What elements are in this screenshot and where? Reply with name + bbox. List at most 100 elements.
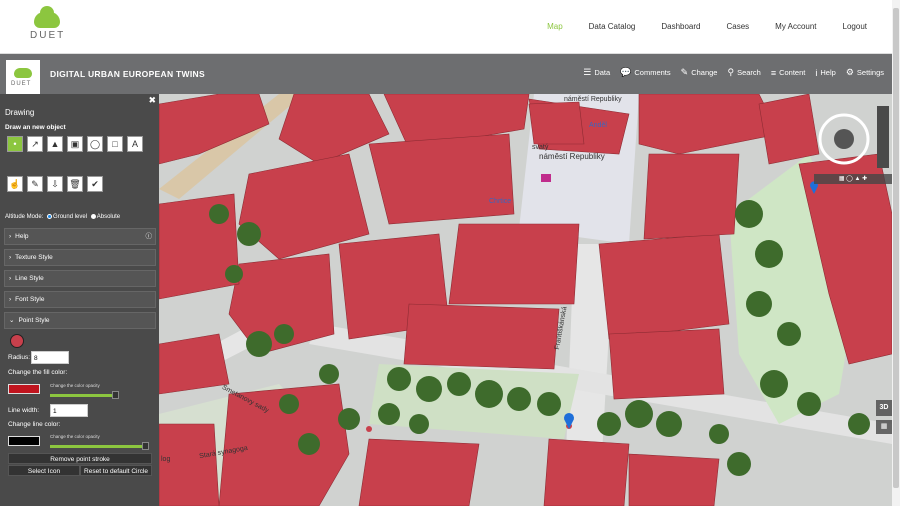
nav-data-catalog[interactable]: Data Catalog <box>576 22 649 31</box>
tool-label: Change <box>691 68 718 77</box>
app-logo[interactable]: DUET <box>6 60 40 94</box>
rectangle-tool-button[interactable]: ▣ <box>67 136 83 152</box>
tool-label: Search <box>737 68 761 77</box>
logo-text: DUET <box>30 30 66 41</box>
list-icon: ≡ <box>770 67 777 78</box>
circle-tool-button[interactable]: ◯ <box>87 136 103 152</box>
select-tool-button[interactable]: ☝ <box>7 176 23 192</box>
download-tool-button[interactable]: ⇩ <box>47 176 63 192</box>
line-opacity-slider[interactable] <box>50 445 144 448</box>
info-icon[interactable]: ⓘ <box>146 229 153 245</box>
tool-label: Comments <box>634 68 671 77</box>
section-texture-style[interactable]: › Texture Style <box>4 249 156 266</box>
select-icon-button[interactable]: Select Icon <box>8 465 80 476</box>
top-bar: DUET Map Data Catalog Dashboard Cases My… <box>0 0 900 54</box>
map-label-square: náměstí Republiky <box>539 152 605 161</box>
chevron-right-icon: › <box>9 233 12 240</box>
radius-label: Radius: <box>8 354 31 361</box>
polygon-tool-button[interactable]: ▲ <box>47 136 63 152</box>
section-label: Line Style <box>15 275 44 282</box>
tool-nav: ☰ Data 💬 Comments ✎ Change ⚲ Search ≡ Content… <box>573 67 884 78</box>
section-help[interactable]: › Help ⓘ <box>4 228 156 245</box>
section-label: Help <box>15 233 29 240</box>
text-tool-button[interactable]: A <box>127 136 143 152</box>
box-tool-button[interactable]: □ <box>107 136 123 152</box>
draw-new-label: Draw an new object <box>5 124 66 131</box>
chevron-down-icon: ⌄ <box>9 317 15 324</box>
fill-color-label: Change the fill color: <box>8 369 68 376</box>
point-style-body: Radius: 8 Change the fill color: Change … <box>4 327 156 476</box>
line-width-input[interactable]: 1 <box>50 404 88 417</box>
line-width-label: Line width: <box>8 407 40 414</box>
section-label: Font Style <box>15 296 45 303</box>
3d-toggle-button[interactable]: 3D <box>876 400 892 416</box>
reset-circle-button[interactable]: Reset to default Circle <box>80 465 152 476</box>
tool-settings[interactable]: ⚙ Settings <box>846 67 884 78</box>
section-line-style[interactable]: › Line Style <box>4 270 156 287</box>
app-header: DUET DIGITAL URBAN EUROPEAN TWINS ☰ Data … <box>0 54 892 94</box>
confirm-tool-button[interactable]: ✔ <box>87 176 103 192</box>
tool-comments[interactable]: 💬 Comments <box>620 67 670 78</box>
nav-map[interactable]: Map <box>534 22 576 31</box>
section-label: Texture Style <box>15 254 53 261</box>
fill-opacity-label: Change the color opacity <box>50 383 100 388</box>
duet-logo[interactable]: DUET <box>28 6 68 46</box>
polyline-tool-button[interactable]: ↗ <box>27 136 43 152</box>
map-label-log: log <box>161 456 171 463</box>
absolute-radio[interactable] <box>90 214 96 219</box>
point-preview <box>10 334 24 348</box>
remove-stroke-button[interactable]: Remove point stroke <box>8 453 152 464</box>
fill-color-swatch[interactable] <box>8 384 40 394</box>
tool-help[interactable]: i Help <box>815 67 835 78</box>
logo-text: DUET <box>11 81 32 87</box>
line-color-label: Change line color: <box>8 421 61 428</box>
radius-input[interactable]: 8 <box>31 351 69 364</box>
ground-level-radio[interactable] <box>47 214 53 219</box>
close-icon[interactable]: ✖ <box>148 95 156 106</box>
info-icon: i <box>815 67 818 78</box>
tool-content[interactable]: ≡ Content <box>771 67 806 78</box>
chevron-right-icon: › <box>9 254 12 261</box>
tool-data[interactable]: ☰ Data <box>583 67 610 78</box>
comments-icon: 💬 <box>620 67 632 77</box>
section-font-style[interactable]: › Font Style <box>4 291 156 308</box>
nav-cases[interactable]: Cases <box>713 22 762 31</box>
fill-opacity-slider[interactable] <box>50 394 114 397</box>
nav-logout[interactable]: Logout <box>830 22 880 31</box>
altitude-label: Altitude Mode: <box>5 214 44 220</box>
point-tool-button[interactable]: • <box>7 136 23 152</box>
app-title: DIGITAL URBAN EUROPEAN TWINS <box>50 69 205 79</box>
search-icon: ⚲ <box>727 67 735 77</box>
tool-label: Help <box>820 68 836 77</box>
map-view[interactable]: náměstí Republiky náměstí Republiky Andě… <box>159 94 892 506</box>
line-color-swatch[interactable] <box>8 436 40 446</box>
cloud-icon <box>34 6 60 28</box>
main-nav: Map Data Catalog Dashboard Cases My Acco… <box>534 22 880 31</box>
database-icon: ☰ <box>583 67 592 77</box>
map-label-andel: Anděl <box>589 122 607 129</box>
tool-search[interactable]: ⚲ Search <box>727 67 760 78</box>
edit-tool-button[interactable]: ✎ <box>27 176 43 192</box>
delete-tool-button[interactable]: 🗑 <box>67 176 83 192</box>
fill-opacity-handle[interactable] <box>112 391 119 399</box>
line-opacity-label: Change the color opacity <box>50 434 100 439</box>
ground-level-label: Ground level <box>53 214 88 220</box>
tool-change[interactable]: ✎ Change <box>681 67 718 78</box>
map-toolbar[interactable]: ▦ ◯ ▲ ✚ <box>814 174 892 184</box>
scrollbar-thumb[interactable] <box>893 8 899 488</box>
absolute-label: Absolute <box>96 214 121 220</box>
nav-dashboard[interactable]: Dashboard <box>648 22 713 31</box>
city-3d-render <box>159 94 892 506</box>
tool-label: Settings <box>856 68 884 77</box>
page-scrollbar[interactable] <box>892 0 900 506</box>
map-label-chrtice: Chrtice <box>489 198 512 205</box>
section-label: Point Style <box>18 317 50 324</box>
grid-icon[interactable]: ▦ <box>876 420 892 434</box>
tool-label: Content <box>779 68 806 77</box>
nav-my-account[interactable]: My Account <box>762 22 829 31</box>
zoom-slider[interactable] <box>877 106 889 168</box>
altitude-mode: Altitude Mode: Ground level Absolute <box>5 214 120 220</box>
chevron-right-icon: › <box>9 296 12 303</box>
tool-label: Data <box>594 68 611 77</box>
line-opacity-handle[interactable] <box>142 442 149 450</box>
